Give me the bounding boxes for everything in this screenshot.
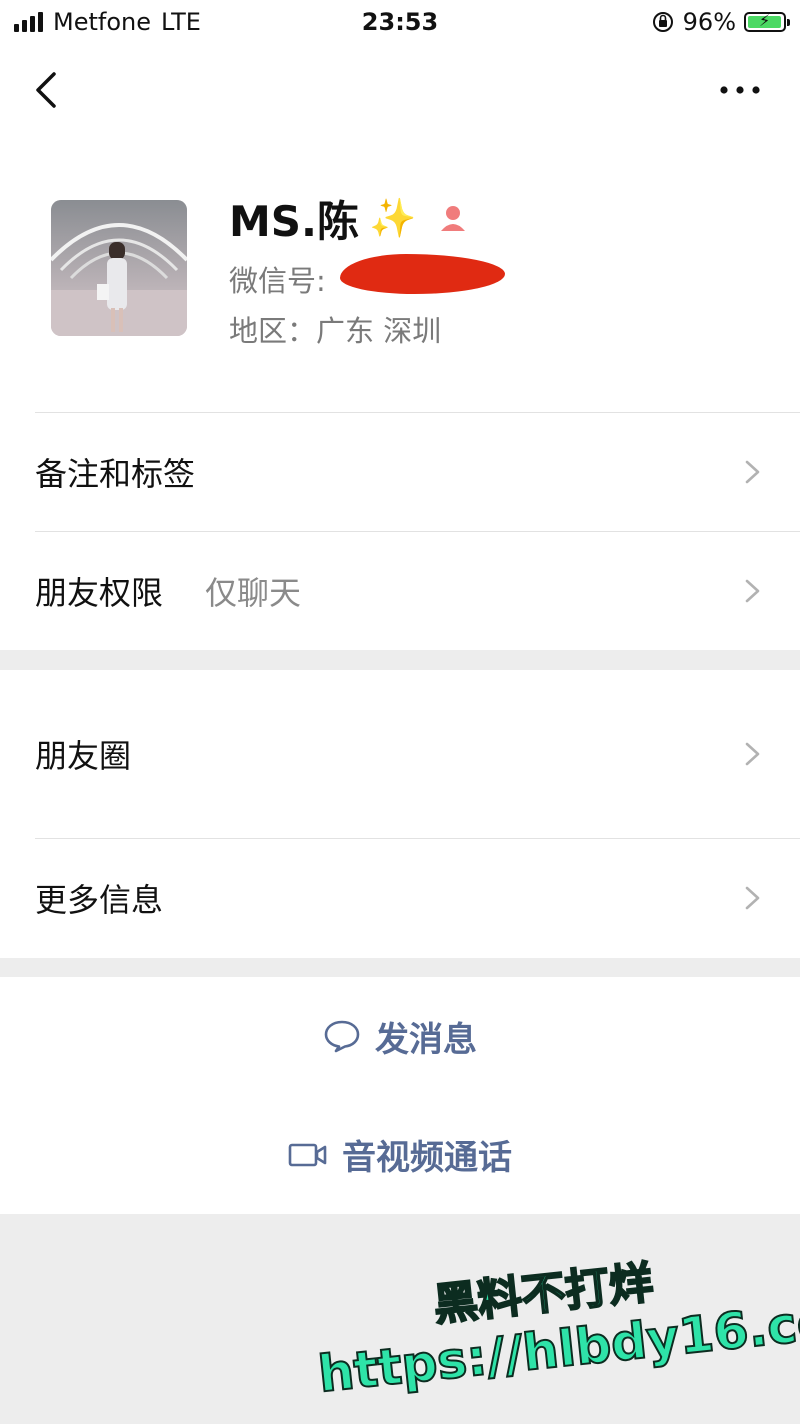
chevron-right-icon [745,742,760,766]
region-text: 地区：广东 深圳 [229,314,442,348]
chevron-right-icon [745,579,760,603]
avatar[interactable] [51,200,187,336]
row-moments[interactable]: 朋友圈 [0,670,800,838]
status-right: 96% ⚡ [651,6,790,38]
send-message-label: 发消息 [375,1019,477,1060]
status-bar: Metfone LTE 23:53 96% ⚡ [0,0,800,44]
video-call-label: 音视频通话 [342,1138,512,1178]
orientation-lock-icon [652,12,673,32]
sparkles-emoji: ✨ [369,195,417,240]
female-icon [441,206,466,231]
watermark: 黑料不打烊 https://hlbdy16.com [300,1203,800,1423]
settings-group-1: 备注和标签 朋友权限 仅聊天 [0,412,800,650]
nav-bar [0,44,800,136]
chevron-right-icon [745,460,760,484]
row-label: 备注和标签 [35,454,196,493]
battery-percent: 96% [682,8,736,36]
send-message-button[interactable]: 发消息 [0,977,800,1095]
battery-charging-icon: ⚡ [744,11,790,32]
row-label: 更多信息 [35,881,164,919]
redaction-mark [340,254,505,294]
video-camera-icon [288,1143,327,1166]
chevron-right-icon [745,886,760,910]
settings-group-2: 朋友圈 更多信息 [0,670,800,958]
row-label: 朋友权限 [35,573,164,612]
row-label: 朋友圈 [35,737,132,775]
video-call-button[interactable]: 音视频通话 [0,1095,800,1214]
profile-name-row: MS.陈 ✨ [229,192,470,246]
actions-group: 发消息 音视频通话 [0,977,800,1214]
ellipsis-icon[interactable] [718,80,762,100]
chat-bubble-icon [324,1020,360,1053]
wechat-id-label: 微信号: [229,264,326,298]
row-more-info[interactable]: 更多信息 [0,838,800,958]
row-friend-permissions[interactable]: 朋友权限 仅聊天 [0,531,800,650]
profile-card: MS.陈 ✨ 微信号: 地区：广东 深圳 [0,136,800,412]
row-value: 仅聊天 [205,573,302,612]
profile-name: MS.陈 [229,196,359,246]
row-remarks-tags[interactable]: 备注和标签 [0,412,800,531]
chevron-left-icon[interactable] [28,68,68,112]
